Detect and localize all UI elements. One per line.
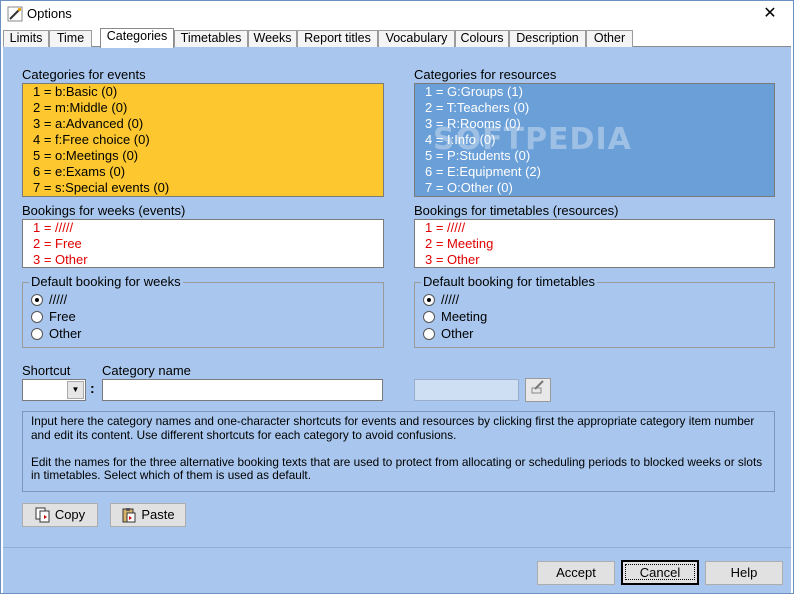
watermark: SOFTPEDIA bbox=[433, 122, 632, 157]
close-icon[interactable]: ✕ bbox=[747, 1, 793, 28]
help-paragraph-2: Edit the names for the three alternative… bbox=[31, 454, 763, 482]
default-timetables-group: Default booking for timetables ///// Mee… bbox=[414, 274, 775, 348]
tab-colours[interactable]: Colours bbox=[455, 30, 509, 47]
bookings-weeks-list: 1 = ///// 2 = Free 3 = Other bbox=[22, 219, 384, 268]
list-item[interactable]: 6 = e:Exams (0) bbox=[23, 164, 383, 180]
tab-vocabulary[interactable]: Vocabulary bbox=[378, 30, 455, 47]
window-title: Options bbox=[27, 6, 72, 21]
tab-description[interactable]: Description bbox=[509, 30, 586, 47]
tab-limits[interactable]: Limits bbox=[3, 30, 49, 47]
list-item[interactable]: 1 = ///// bbox=[415, 220, 774, 236]
list-item[interactable]: 3 = a:Advanced (0) bbox=[23, 116, 383, 132]
shortcut-dropdown[interactable]: ▼ bbox=[22, 379, 86, 401]
list-item[interactable]: 7 = s:Special events (0) bbox=[23, 180, 383, 196]
cancel-button[interactable]: Cancel bbox=[621, 560, 699, 585]
events-categories-label: Categories for events bbox=[22, 67, 146, 82]
dialog-buttons-bar: Accept Cancel Help bbox=[3, 547, 791, 593]
wand-icon bbox=[7, 6, 23, 22]
list-item[interactable]: 5 = o:Meetings (0) bbox=[23, 148, 383, 164]
pen-icon bbox=[531, 380, 544, 394]
copy-label: Copy bbox=[54, 507, 86, 522]
list-item[interactable]: 1 = ///// bbox=[23, 220, 383, 236]
list-item[interactable]: 6 = E:Equipment (2) bbox=[415, 164, 774, 180]
tab-weeks[interactable]: Weeks bbox=[248, 30, 297, 47]
default-timetables-legend: Default booking for timetables bbox=[421, 274, 597, 289]
radio-selected-icon[interactable] bbox=[423, 294, 435, 306]
cancel-label: Cancel bbox=[625, 564, 695, 580]
list-item[interactable]: 3 = Other bbox=[415, 252, 774, 267]
default-weeks-group: Default booking for weeks ///// Free Oth… bbox=[22, 274, 384, 348]
help-text-box: Input here the category names and one-ch… bbox=[22, 411, 775, 492]
list-item[interactable]: 3 = Other bbox=[23, 252, 383, 267]
radio-icon[interactable] bbox=[31, 311, 43, 323]
radio-icon[interactable] bbox=[31, 328, 43, 340]
paste-button[interactable]: Paste bbox=[110, 503, 186, 527]
tab-strip: Limits Time Categories Timetables Weeks … bbox=[3, 28, 791, 48]
default-weeks-legend: Default booking for weeks bbox=[29, 274, 183, 289]
help-paragraph-1: Input here the category names and one-ch… bbox=[31, 414, 755, 442]
list-item[interactable]: 2 = Free bbox=[23, 236, 383, 252]
default-weeks-option-3[interactable]: Other bbox=[31, 326, 82, 342]
events-categories-list: 1 = b:Basic (0) 2 = m:Middle (0) 3 = a:A… bbox=[22, 83, 384, 197]
list-item[interactable]: 7 = O:Other (0) bbox=[415, 180, 774, 196]
options-window: Options ✕ Limits Time Categories Timetab… bbox=[0, 0, 794, 594]
default-weeks-option-2[interactable]: Free bbox=[31, 309, 76, 325]
tab-time[interactable]: Time bbox=[49, 30, 92, 47]
tab-other[interactable]: Other bbox=[586, 30, 633, 47]
edit-pen-button[interactable] bbox=[525, 378, 551, 402]
accept-button[interactable]: Accept bbox=[537, 561, 615, 585]
resources-categories-label: Categories for resources bbox=[414, 67, 557, 82]
paste-label: Paste bbox=[141, 507, 175, 522]
default-timetables-option-3[interactable]: Other bbox=[423, 326, 474, 342]
list-item[interactable]: 1 = G:Groups (1) bbox=[415, 84, 774, 100]
copy-icon bbox=[35, 507, 50, 523]
default-timetables-option-1[interactable]: ///// bbox=[423, 292, 459, 308]
category-name-label: Category name bbox=[102, 363, 191, 378]
paste-icon bbox=[122, 508, 136, 523]
default-weeks-option-1[interactable]: ///// bbox=[31, 292, 67, 308]
copy-button[interactable]: Copy bbox=[22, 503, 98, 527]
list-item[interactable]: 4 = f:Free choice (0) bbox=[23, 132, 383, 148]
chevron-down-icon[interactable]: ▼ bbox=[67, 381, 84, 399]
radio-icon[interactable] bbox=[423, 328, 435, 340]
category-name-field[interactable] bbox=[102, 379, 383, 401]
tab-categories[interactable]: Categories bbox=[100, 28, 174, 48]
list-item[interactable]: 2 = T:Teachers (0) bbox=[415, 100, 774, 116]
bookings-timetables-label: Bookings for timetables (resources) bbox=[414, 203, 619, 218]
separator-colon: : bbox=[90, 380, 95, 396]
default-timetables-option-2[interactable]: Meeting bbox=[423, 309, 487, 325]
categories-panel: Categories for events 1 = b:Basic (0) 2 … bbox=[3, 47, 791, 547]
disabled-field bbox=[414, 379, 519, 401]
list-item[interactable]: 2 = Meeting bbox=[415, 236, 774, 252]
title-bar: Options ✕ bbox=[1, 1, 793, 28]
list-item[interactable]: 2 = m:Middle (0) bbox=[23, 100, 383, 116]
help-button[interactable]: Help bbox=[705, 561, 783, 585]
shortcut-label: Shortcut bbox=[22, 363, 71, 378]
radio-icon[interactable] bbox=[423, 311, 435, 323]
bookings-weeks-label: Bookings for weeks (events) bbox=[22, 203, 186, 218]
tab-report-titles[interactable]: Report titles bbox=[297, 30, 378, 47]
bookings-timetables-list: 1 = ///// 2 = Meeting 3 = Other bbox=[414, 219, 775, 268]
list-item[interactable]: 1 = b:Basic (0) bbox=[23, 84, 383, 100]
radio-selected-icon[interactable] bbox=[31, 294, 43, 306]
tab-timetables[interactable]: Timetables bbox=[174, 30, 248, 47]
